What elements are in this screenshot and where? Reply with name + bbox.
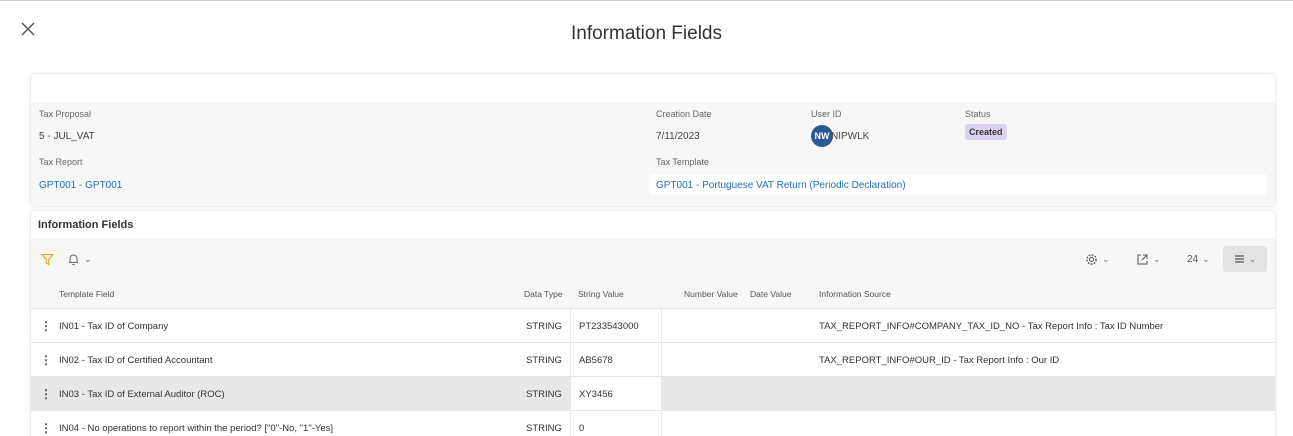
data-type-cell: STRING: [526, 423, 562, 434]
table-header: Template Field Data Type String Value Nu…: [31, 278, 1275, 308]
dialog-title: Information Fields: [570, 23, 722, 44]
row-menu-icon[interactable]: ⋮: [40, 319, 52, 333]
table-toolbar: ⌄ ⌄ ⌄ 24 ⌄ ⌄: [31, 238, 1275, 278]
information-fields-card: Information Fields ⌄ ⌄ ⌄ 24 ⌄ ⌄ Template…: [31, 211, 1275, 436]
chevron-down-icon: ⌄: [84, 253, 92, 264]
tax-template-link[interactable]: GPT001 - Portuguese VAT Return (Periodic…: [656, 180, 906, 191]
tax-proposal-value: 5 - JUL_VAT: [39, 131, 95, 142]
string-value-field[interactable]: PT233543000: [570, 309, 662, 342]
avatar: NW: [811, 125, 833, 147]
row-menu-icon[interactable]: ⋮: [40, 353, 52, 367]
table-row[interactable]: ⋮ IN02 - Tax ID of Certified Accountant …: [31, 342, 1275, 376]
proposal-info-card: Tax Proposal 5 - JUL_VAT Creation Date 7…: [31, 74, 1275, 206]
string-value-field[interactable]: XY3456: [570, 377, 662, 410]
chevron-down-icon: ⌄: [1248, 253, 1257, 264]
tax-report-label: Tax Report: [39, 157, 83, 167]
column-header-string-value[interactable]: String Value: [578, 289, 624, 299]
chevron-down-icon: ⌄: [1202, 253, 1210, 264]
tax-report-link[interactable]: GPT001 - GPT001: [39, 180, 122, 191]
data-type-cell: STRING: [526, 389, 562, 400]
row-menu-icon[interactable]: ⋮: [40, 421, 52, 435]
filter-icon[interactable]: [41, 248, 54, 270]
creation-date-value: 7/11/2023: [656, 131, 700, 142]
string-value-field[interactable]: 0: [570, 411, 662, 436]
user-id-label: User ID: [811, 109, 842, 119]
gear-icon[interactable]: ⌄: [1085, 248, 1110, 270]
chevron-down-icon: ⌄: [1153, 253, 1161, 264]
template-field-cell: IN02 - Tax ID of Certified Accountant: [59, 355, 213, 366]
string-value-field[interactable]: AB5678: [570, 343, 662, 376]
table-row[interactable]: ⋮ IN01 - Tax ID of Company STRING PT2335…: [31, 308, 1275, 342]
template-field-cell: IN01 - Tax ID of Company: [59, 321, 169, 332]
column-header-date-value[interactable]: Date Value: [750, 289, 791, 299]
status-badge: Created: [965, 124, 1007, 140]
page-size-select[interactable]: 24 ⌄: [1187, 248, 1210, 270]
section-title: Information Fields: [38, 219, 134, 231]
status-label: Status: [965, 109, 991, 119]
dialog-body: Tax Proposal 5 - JUL_VAT Creation Date 7…: [0, 70, 1293, 436]
information-source-cell: TAX_REPORT_INFO#OUR_ID - Tax Report Info…: [819, 355, 1060, 366]
data-type-cell: STRING: [526, 321, 562, 332]
list-view-icon[interactable]: ⌄: [1223, 246, 1267, 272]
template-field-cell: IN03 - Tax ID of External Auditor (ROC): [59, 389, 225, 400]
column-header-template-field[interactable]: Template Field: [59, 289, 114, 299]
export-icon[interactable]: ⌄: [1136, 248, 1161, 270]
user-id-value: NIPWLK: [831, 131, 870, 142]
data-type-cell: STRING: [526, 355, 562, 366]
table-row[interactable]: ⋮ IN04 - No operations to report within …: [31, 410, 1275, 436]
column-header-data-type[interactable]: Data Type: [524, 289, 563, 299]
dialog-header: Information Fields: [0, 0, 1293, 70]
column-header-information-source[interactable]: Information Source: [819, 289, 891, 299]
tax-template-label: Tax Template: [656, 157, 709, 167]
page-size-value: 24: [1187, 253, 1199, 265]
chevron-down-icon: ⌄: [1102, 253, 1110, 264]
information-source-cell: TAX_REPORT_INFO#COMPANY_TAX_ID_NO - Tax …: [819, 321, 1164, 332]
tax-proposal-label: Tax Proposal: [39, 109, 92, 119]
template-field-cell: IN04 - No operations to report within th…: [59, 423, 334, 434]
column-header-number-value[interactable]: Number Value: [684, 289, 738, 299]
creation-date-label: Creation Date: [656, 109, 712, 119]
bell-icon[interactable]: ⌄: [67, 248, 92, 270]
table-row[interactable]: ⋮ IN03 - Tax ID of External Auditor (ROC…: [31, 376, 1275, 410]
row-menu-icon[interactable]: ⋮: [40, 387, 52, 401]
